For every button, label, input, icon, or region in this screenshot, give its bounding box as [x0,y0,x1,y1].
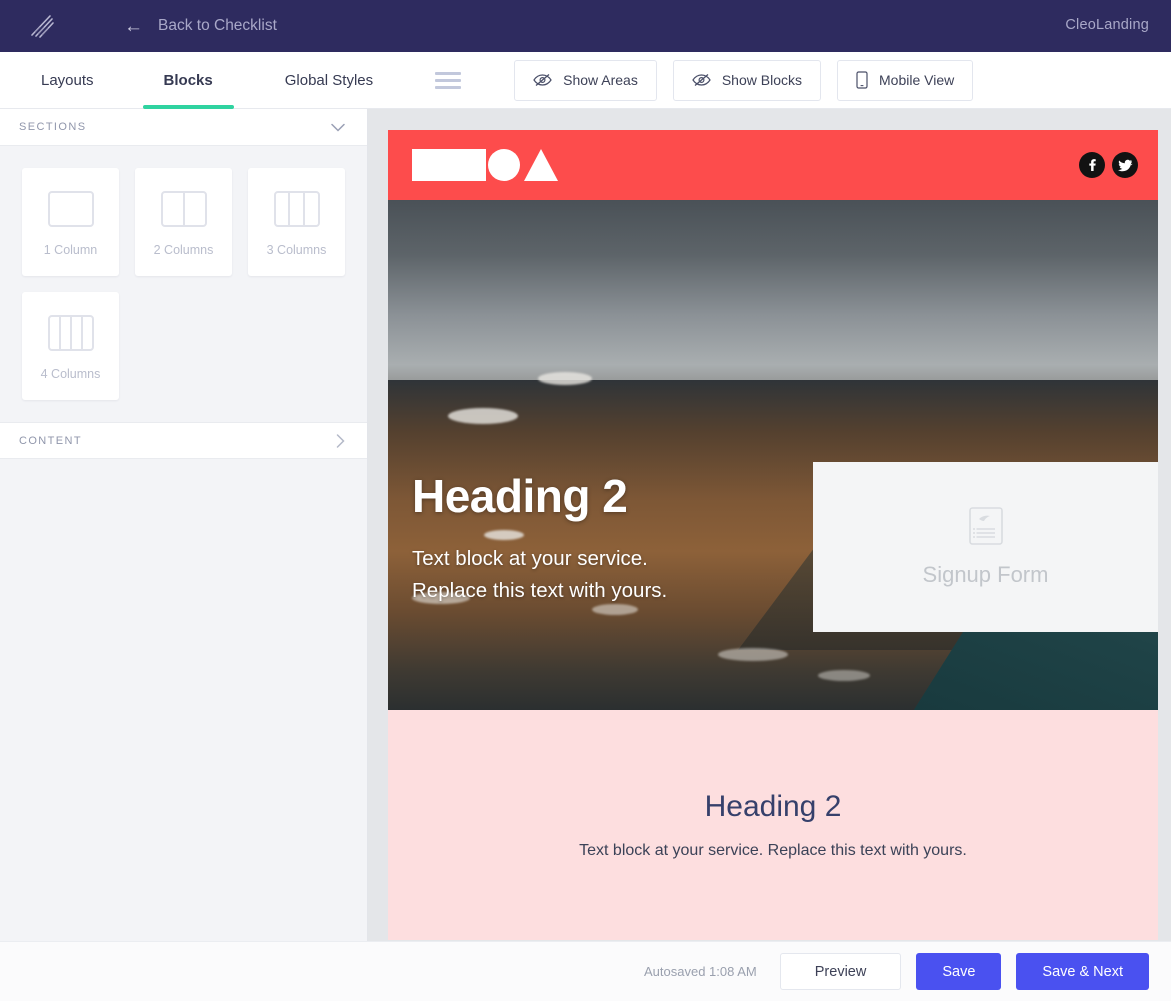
section-card-label: 2 Columns [153,242,214,257]
arrow-left-icon: ← [124,15,143,37]
hero-text-group[interactable]: Heading 2 Text block at your service. Re… [412,472,667,607]
preview-text-band-block[interactable]: Heading 2 Text block at your service. Re… [388,710,1158,940]
hero-heading: Heading 2 [412,470,628,522]
section-card-label: 1 Column [43,242,98,257]
sidebar-section-sections[interactable]: SECTIONS [0,109,367,146]
landing-page-preview: Heading 2 Text block at your service. Re… [388,130,1158,940]
topbar: ← Back to Checklist CleoLanding [0,0,1171,52]
section-card-3-columns[interactable]: 3 Columns [248,168,345,276]
signup-form-placeholder[interactable]: Signup Form [813,462,1158,632]
hamburger-icon[interactable] [435,71,462,89]
hero-paragraph-line-1: Text block at your service. [412,547,648,571]
save-and-next-button[interactable]: Save & Next [1016,953,1149,990]
eye-slash-icon [692,73,711,87]
twitter-icon[interactable] [1112,152,1138,178]
tab-layouts[interactable]: Layouts [37,52,98,109]
three-column-icon [273,188,320,230]
section-card-grid: 1 Column 2 Columns 3 Columns 4 Columns [0,146,367,400]
feather-logo-icon[interactable] [26,11,58,41]
show-areas-label: Show Areas [563,72,638,88]
autosaved-status: Autosaved 1:08 AM [644,964,757,979]
preview-canvas[interactable]: Heading 2 Text block at your service. Re… [368,109,1171,941]
preview-site-header-block[interactable] [388,130,1158,200]
tab-global-styles-label: Global Styles [284,71,374,89]
logo-rectangle-shape [412,149,486,181]
signup-form-label: Signup Form [922,561,1049,587]
save-and-next-button-label: Save & Next [1042,963,1123,980]
section-card-2-columns[interactable]: 2 Columns [135,168,232,276]
facebook-icon[interactable] [1079,152,1105,178]
two-column-icon [160,188,207,230]
save-button-label: Save [942,963,976,980]
show-blocks-button[interactable]: Show Blocks [672,59,821,101]
save-button[interactable]: Save [916,953,1002,990]
show-areas-button[interactable]: Show Areas [514,59,657,101]
mobile-phone-icon [856,71,868,89]
mobile-view-button[interactable]: Mobile View [837,59,974,101]
four-column-icon [47,312,94,354]
footer-actionbar: Autosaved 1:08 AM Preview Save Save & Ne… [0,941,1171,1001]
tab-blocks-label: Blocks [163,71,213,89]
hero-paragraph-line-2: Replace this text with yours. [412,579,668,603]
back-to-checklist-label: Back to Checklist [158,17,277,34]
band-paragraph: Text block at your service. Replace this… [579,842,967,859]
eye-slash-icon [533,73,552,87]
page-builder-app: ← Back to Checklist CleoLanding Layouts … [0,0,1171,1001]
mobile-view-label: Mobile View [879,72,955,88]
logo-circle-shape [488,149,520,181]
sidebar-section-content[interactable]: CONTENT [0,422,367,459]
show-blocks-label: Show Blocks [721,72,802,88]
preview-button-label: Preview [814,963,867,980]
band-heading: Heading 2 [704,790,842,823]
chevron-right-icon[interactable] [336,433,345,448]
section-card-label: 4 Columns [40,366,101,381]
blocks-sidebar: SECTIONS 1 Column 2 Columns 3 Columns 4 … [0,109,368,941]
brand-name[interactable]: CleoLanding [1065,17,1149,33]
hero-paragraph: Text block at your service. Replace this… [412,543,667,607]
one-column-icon [47,188,94,230]
tab-toolbar: Layouts Blocks Global Styles Show Areas [0,52,1171,109]
social-icon-group [1079,152,1138,178]
preview-hero-block[interactable]: Heading 2 Text block at your service. Re… [388,200,1158,710]
section-card-4-columns[interactable]: 4 Columns [22,292,119,400]
logo-shapes-placeholder[interactable] [412,149,558,181]
preview-button[interactable]: Preview [779,953,902,990]
tab-layouts-label: Layouts [41,71,94,89]
section-card-label: 3 Columns [266,242,327,257]
form-document-icon [968,506,1003,550]
tab-global-styles[interactable]: Global Styles [281,52,377,109]
sidebar-section-sections-label: SECTIONS [19,121,87,133]
mountain-landscape-photo [388,200,1158,710]
back-to-checklist-link[interactable]: ← Back to Checklist [124,17,277,36]
tab-blocks[interactable]: Blocks [142,52,235,109]
section-card-1-column[interactable]: 1 Column [22,168,119,276]
logo-triangle-shape [524,149,558,181]
sidebar-section-content-label: CONTENT [19,434,82,447]
chevron-down-icon[interactable] [331,123,345,132]
